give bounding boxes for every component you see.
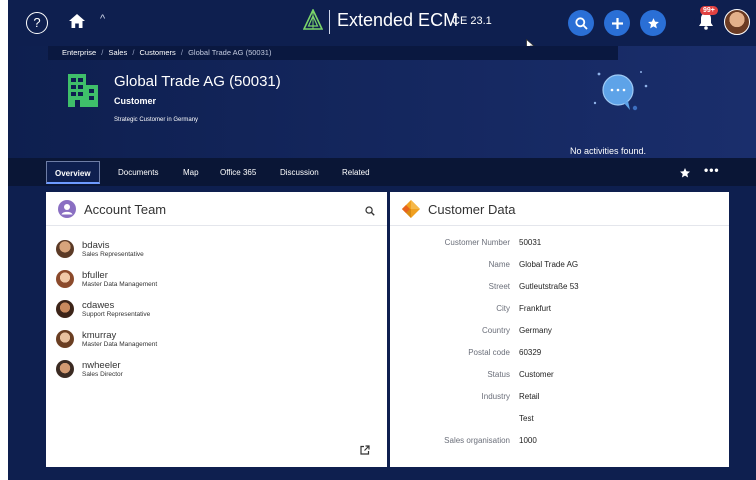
member-name: bdavis xyxy=(82,240,110,251)
customer-data-title: Customer Data xyxy=(428,202,516,217)
workspace-tabs: Overview Documents Map Office 365 Discus… xyxy=(8,158,756,186)
member-role: Master Data Management xyxy=(82,281,158,288)
workspace-title: Global Trade AG (50031) xyxy=(114,73,281,90)
member-name: nwheeler xyxy=(82,360,121,371)
search-icon[interactable] xyxy=(365,203,375,221)
field-label: Industry xyxy=(481,392,510,401)
customer-field-row: Status Customer xyxy=(390,370,729,384)
field-value: 50031 xyxy=(519,238,542,247)
logo-divider xyxy=(329,10,330,34)
field-value: Germany xyxy=(519,326,552,335)
member-role: Support Representative xyxy=(82,311,151,318)
open-external-icon[interactable] xyxy=(360,442,370,460)
field-label: City xyxy=(496,304,510,313)
tab-documents[interactable]: Documents xyxy=(110,161,166,184)
avatar xyxy=(56,300,74,318)
team-icon xyxy=(58,200,76,223)
tab-overview[interactable]: Overview xyxy=(46,161,100,184)
add-icon xyxy=(611,17,623,29)
breadcrumb: Enterprise / Sales / Customers / Global … xyxy=(48,46,618,60)
member-role: Sales Director xyxy=(82,371,123,378)
customer-field-row: Street Gutleutstraße 53 xyxy=(390,282,729,296)
workspace-type: Customer xyxy=(114,96,157,106)
customer-data-icon xyxy=(402,200,420,223)
chat-bubble-icon xyxy=(591,70,651,127)
field-value: 1000 xyxy=(519,436,537,445)
tab-office-365[interactable]: Office 365 xyxy=(212,161,264,184)
breadcrumb-separator: / xyxy=(132,48,135,57)
product-name: Extended ECM xyxy=(337,10,459,30)
product-logo-icon xyxy=(302,8,324,36)
field-label: Name xyxy=(488,260,510,269)
customer-field-row: Test xyxy=(390,414,729,428)
star-icon xyxy=(647,17,659,28)
customer-data-header: Customer Data xyxy=(390,192,729,226)
notification-badge: 99+ xyxy=(700,6,718,15)
field-value: Customer xyxy=(519,370,554,379)
customer-field-row: Country Germany xyxy=(390,326,729,340)
field-value: Test xyxy=(519,414,534,423)
breadcrumb-separator: / xyxy=(101,48,104,57)
field-label: Street xyxy=(488,282,510,291)
customer-field-row: Name Global Trade AG xyxy=(390,260,729,274)
breadcrumb-customers[interactable]: Customers xyxy=(140,48,176,57)
field-label: Country xyxy=(481,326,510,335)
field-label: Postal code xyxy=(468,348,510,357)
tab-discussion[interactable]: Discussion xyxy=(272,161,327,184)
favorites-button[interactable] xyxy=(640,10,666,36)
member-role: Master Data Management xyxy=(82,341,158,348)
account-team-header: Account Team xyxy=(46,192,387,226)
breadcrumb-separator: / xyxy=(180,48,183,57)
workspace-header: Enterprise / Sales / Customers / Global … xyxy=(8,46,756,158)
account-team-widget: Account Team bdavis Sales Representative… xyxy=(46,192,387,467)
account-team-title: Account Team xyxy=(84,202,167,217)
user-avatar[interactable] xyxy=(724,9,750,35)
avatar xyxy=(56,240,74,258)
more-options-icon[interactable]: ••• xyxy=(704,163,720,177)
customer-data-widget: Customer Data Customer Number 50031 Name… xyxy=(390,192,729,467)
breadcrumb-current: Global Trade AG (50031) xyxy=(188,48,272,57)
add-button[interactable] xyxy=(604,10,630,36)
chevron-up-icon[interactable]: ^ xyxy=(100,13,105,25)
field-label: Sales organisation xyxy=(444,436,510,445)
top-bar: ? ^ Extended ECM CE 23.1 99+ xyxy=(8,0,756,52)
field-value: Gutleutstraße 53 xyxy=(519,282,579,291)
field-label: Customer Number xyxy=(444,238,510,247)
customer-field-row: Sales organisation 1000 xyxy=(390,436,729,450)
avatar xyxy=(56,330,74,348)
member-name: bfuller xyxy=(82,270,108,281)
field-value: 60329 xyxy=(519,348,542,357)
favorite-star-icon[interactable] xyxy=(679,166,691,184)
home-icon[interactable] xyxy=(68,13,86,34)
member-name: kmurray xyxy=(82,330,117,341)
avatar xyxy=(56,270,74,288)
field-value: Frankfurt xyxy=(519,304,552,313)
product-version: CE 23.1 xyxy=(452,15,492,27)
tab-map[interactable]: Map xyxy=(175,161,207,184)
field-value: Retail xyxy=(519,392,540,401)
avatar xyxy=(56,360,74,378)
tab-related[interactable]: Related xyxy=(334,161,378,184)
search-button[interactable] xyxy=(568,10,594,36)
building-icon xyxy=(64,71,102,114)
customer-field-row: City Frankfurt xyxy=(390,304,729,318)
breadcrumb-sales[interactable]: Sales xyxy=(108,48,127,57)
customer-field-row: Industry Retail xyxy=(390,392,729,406)
customer-field-row: Customer Number 50031 xyxy=(390,238,729,252)
member-name: cdawes xyxy=(82,300,115,311)
help-icon[interactable]: ? xyxy=(26,12,48,34)
search-icon xyxy=(574,16,588,30)
field-value: Global Trade AG xyxy=(519,260,579,269)
overview-content: Account Team bdavis Sales Representative… xyxy=(8,186,756,480)
customer-field-row: Postal code 60329 xyxy=(390,348,729,362)
workspace-description: Strategic Customer in Germany xyxy=(114,117,199,123)
app-window: ? ^ Extended ECM CE 23.1 99+ Enterprise … xyxy=(8,0,756,480)
field-label: Status xyxy=(487,370,510,379)
notifications-button[interactable]: 99+ xyxy=(694,6,718,33)
member-role: Sales Representative xyxy=(82,251,144,258)
breadcrumb-enterprise[interactable]: Enterprise xyxy=(62,48,96,57)
activity-empty-message: No activities found. xyxy=(570,146,647,156)
